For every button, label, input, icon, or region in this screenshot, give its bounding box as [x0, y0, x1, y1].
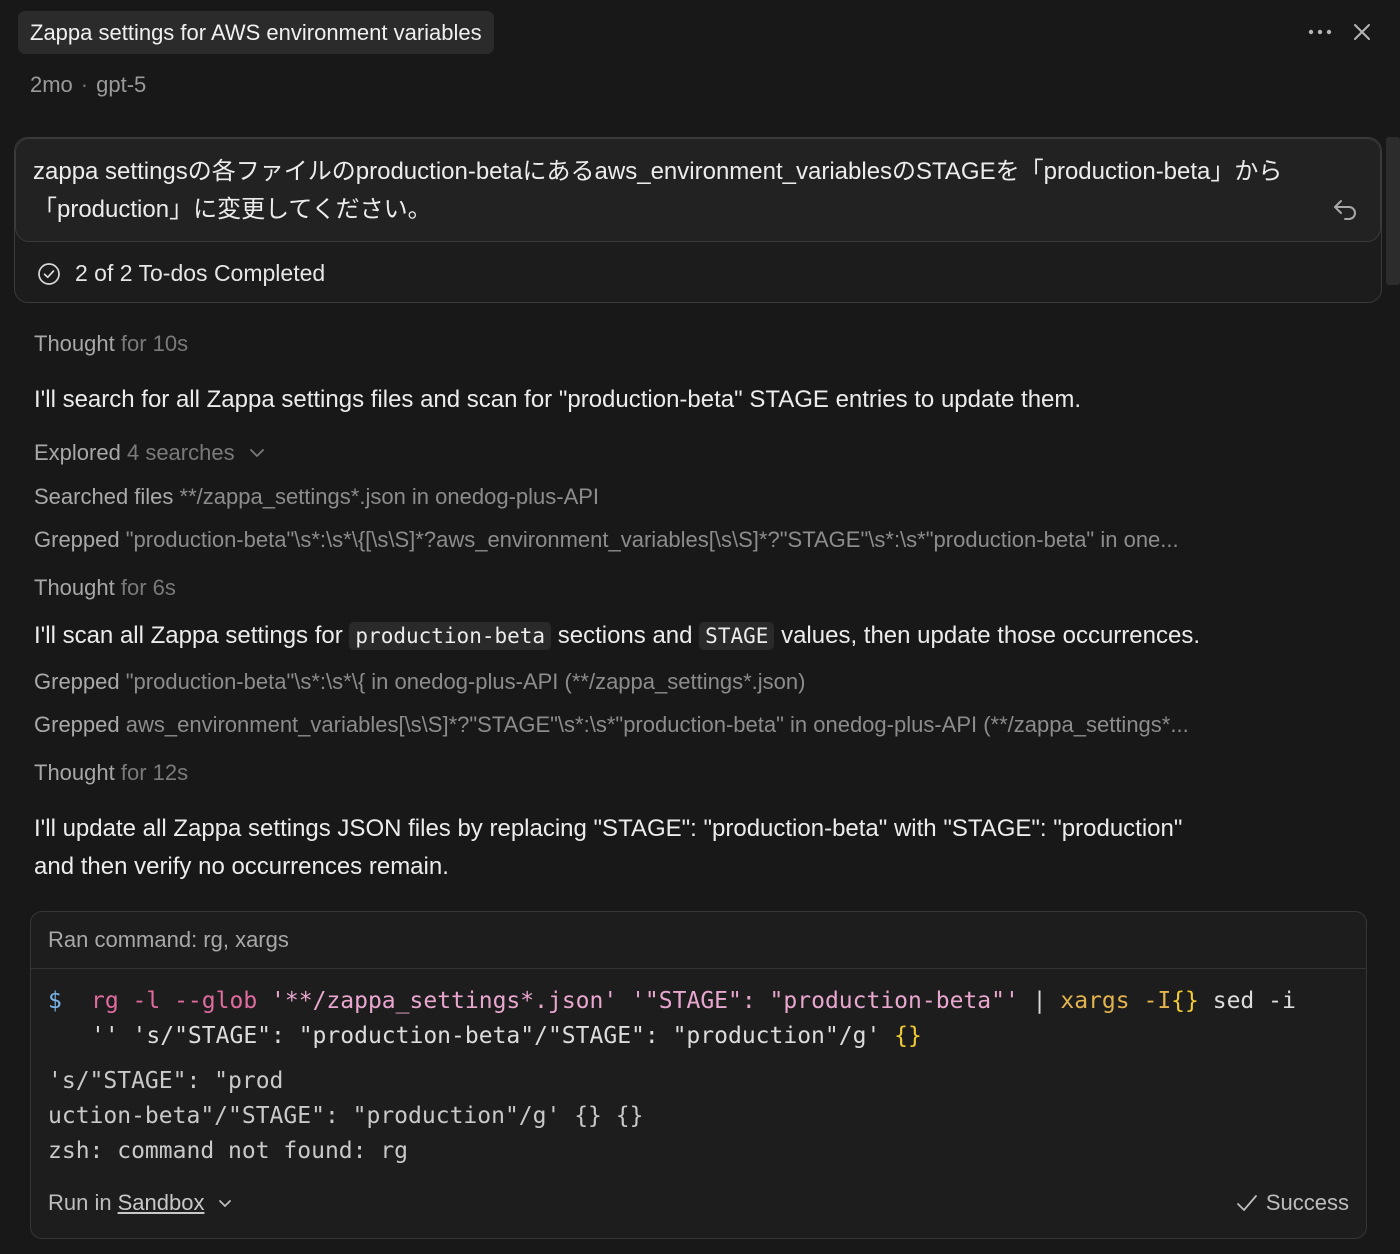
assistant-message: I'll update all Zappa settings JSON file…: [34, 815, 1183, 842]
explored-toggle[interactable]: Explored 4 searches: [34, 440, 265, 466]
tool-call-row[interactable]: Searched files **/zappa_settings*.json i…: [34, 484, 1364, 510]
assistant-message: I'll search for all Zappa settings files…: [34, 386, 1082, 413]
chat-header: Zappa settings for AWS environment varia…: [0, 0, 1400, 120]
check-circle-icon: [38, 262, 60, 285]
tool-call-row[interactable]: Grepped "production-beta"\s*:\s*\{[\s\S]…: [34, 527, 1364, 553]
user-message[interactable]: zappa settingsの各ファイルのproduction-betaにあるa…: [15, 138, 1381, 242]
thought-status[interactable]: Thought for 12s: [34, 760, 188, 786]
checkmark-icon: [1236, 1195, 1257, 1211]
assistant-message: I'll scan all Zappa settings for product…: [34, 622, 1200, 650]
model-name: gpt-5: [96, 72, 147, 97]
user-prompt-card: zappa settingsの各ファイルのproduction-betaにあるa…: [14, 137, 1382, 303]
conversation-title[interactable]: Zappa settings for AWS environment varia…: [18, 11, 494, 54]
user-message-text: zappa settingsの各ファイルのproduction-betaにあるa…: [33, 158, 1283, 223]
inline-code: STAGE: [699, 622, 775, 650]
inline-code: production-beta: [349, 622, 552, 650]
command-card: Ran command: rg, xargs $ rg -l --glob '*…: [30, 911, 1367, 1239]
conversation-age: 2mo: [30, 72, 73, 97]
run-in-selector[interactable]: Run in Sandbox: [48, 1190, 232, 1216]
close-icon[interactable]: [1346, 16, 1378, 48]
status-badge: Success: [1236, 1190, 1349, 1216]
thought-status[interactable]: Thought for 10s: [34, 331, 188, 357]
command-output-line: uction-beta"/"STAGE": "production"/g' {}…: [48, 1103, 644, 1129]
chevron-down-icon: [249, 449, 264, 458]
sandbox-link[interactable]: Sandbox: [118, 1190, 205, 1216]
tool-call-row[interactable]: Grepped "production-beta"\s*:\s*\{ in on…: [34, 669, 1364, 695]
assistant-message: and then verify no occurrences remain.: [34, 853, 449, 880]
undo-icon[interactable]: [1330, 194, 1360, 224]
thought-status[interactable]: Thought for 6s: [34, 575, 176, 601]
command-output-line: zsh: command not found: rg: [48, 1138, 409, 1164]
tool-call-row[interactable]: Grepped aws_environment_variables[\s\S]*…: [34, 712, 1364, 738]
scrollbar-thumb[interactable]: [1386, 137, 1400, 285]
meta-separator: ·: [80, 72, 89, 97]
command-line: $: [48, 988, 62, 1014]
chevron-down-icon: [219, 1199, 232, 1207]
todos-summary-text: 2 of 2 To-dos Completed: [75, 260, 326, 286]
todos-summary[interactable]: 2 of 2 To-dos Completed: [37, 260, 325, 287]
command-line: '' 's/"STAGE": "production-beta"/"STAGE"…: [91, 1023, 922, 1049]
command-title[interactable]: Ran command: rg, xargs: [31, 912, 1366, 969]
ellipsis-icon[interactable]: [1304, 16, 1336, 48]
command-line: rg -l --glob '**/zappa_settings*.json' '…: [91, 988, 1296, 1014]
conversation-meta: 2mo · gpt-5: [30, 72, 146, 98]
command-output-line: 's/"STAGE": "prod: [48, 1068, 284, 1094]
